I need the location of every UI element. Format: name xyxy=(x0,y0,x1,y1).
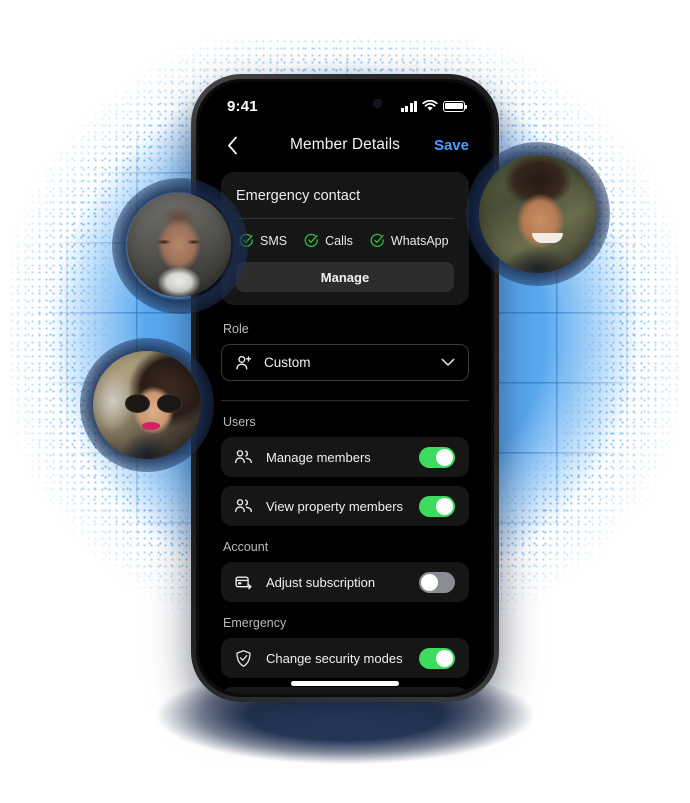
section-label-users: Users xyxy=(223,415,256,429)
section-label-emergency: Emergency xyxy=(223,616,287,630)
shield-check-icon xyxy=(234,649,253,668)
row-change-security-modes[interactable]: Change security modes xyxy=(221,638,469,678)
chevron-left-icon xyxy=(227,136,237,154)
person-add-icon xyxy=(236,355,252,370)
people-icon xyxy=(234,497,253,516)
status-time: 9:41 xyxy=(227,97,258,115)
toggle-change-security-modes[interactable] xyxy=(419,647,455,669)
emergency-contact-title: Emergency contact xyxy=(236,188,361,204)
emergency-contact-card: Emergency contact SMS Calls WhatsApp Man… xyxy=(221,172,469,305)
row-manage-members[interactable]: Manage members xyxy=(221,437,469,477)
wifi-icon xyxy=(422,100,438,111)
channel-calls[interactable]: Calls xyxy=(304,233,353,248)
avatar-young-man xyxy=(479,155,597,273)
avatar-woman-sunglasses xyxy=(93,351,201,459)
dynamic-island xyxy=(299,90,391,117)
role-label: Role xyxy=(223,322,249,336)
save-button[interactable]: Save xyxy=(434,137,469,154)
toggle-manage-members[interactable] xyxy=(419,446,455,468)
back-button[interactable] xyxy=(221,134,243,156)
row-security-mode-settings[interactable]: Security mode settings xyxy=(221,687,469,694)
manage-button[interactable]: Manage xyxy=(236,262,454,292)
phone-screen: 9:41 Member Details Save Emergency conta… xyxy=(199,82,491,694)
toggle-view-property-members[interactable] xyxy=(419,495,455,517)
row-label: Manage members xyxy=(266,449,371,465)
phone-bezel: 9:41 Member Details Save Emergency conta… xyxy=(196,79,494,697)
battery-icon xyxy=(443,100,468,112)
row-view-property-members[interactable]: View property members xyxy=(221,486,469,526)
avatar-elderly-man xyxy=(127,193,231,297)
row-adjust-subscription[interactable]: Adjust subscription xyxy=(221,562,469,602)
channel-label: SMS xyxy=(260,233,288,248)
status-bar: 9:41 xyxy=(199,82,491,124)
channel-whatsapp[interactable]: WhatsApp xyxy=(370,233,449,248)
toggle-adjust-subscription[interactable] xyxy=(419,571,455,593)
status-icons xyxy=(400,100,468,112)
card-arrow-icon xyxy=(234,573,253,592)
sunglasses xyxy=(125,394,182,413)
channel-label: Calls xyxy=(325,233,353,248)
chevron-down-icon xyxy=(441,358,455,366)
check-circle-icon xyxy=(304,233,318,248)
row-label: Change security modes xyxy=(266,650,403,666)
role-value: Custom xyxy=(264,355,311,370)
check-circle-icon xyxy=(370,233,384,248)
row-label: Adjust subscription xyxy=(266,574,376,590)
navigation-bar: Member Details Save xyxy=(199,124,491,166)
row-label: View property members xyxy=(266,498,404,514)
home-indicator xyxy=(291,681,399,686)
front-camera-icon xyxy=(373,99,382,108)
role-select[interactable]: Custom xyxy=(221,344,469,381)
section-divider xyxy=(221,400,469,401)
people-icon xyxy=(234,448,253,467)
contact-channels: SMS Calls WhatsApp xyxy=(236,233,454,248)
section-label-account: Account xyxy=(223,540,269,554)
channel-label: WhatsApp xyxy=(390,233,449,248)
phone-mockup: 9:41 Member Details Save Emergency conta… xyxy=(191,74,499,702)
card-divider xyxy=(236,218,454,219)
cellular-signal-icon xyxy=(400,100,417,112)
